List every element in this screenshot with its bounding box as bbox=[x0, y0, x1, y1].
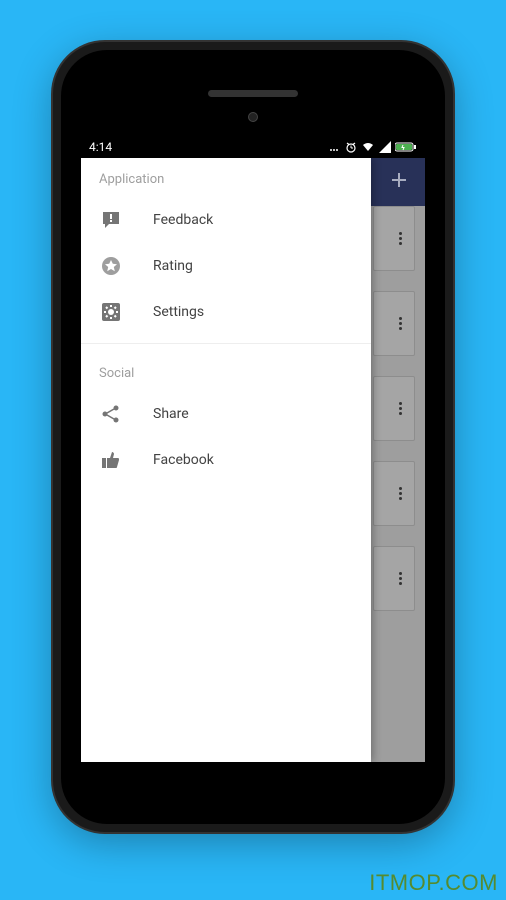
thumbs-up-icon bbox=[99, 448, 123, 472]
phone-frame: 4:14 bbox=[53, 42, 453, 832]
star-icon bbox=[99, 254, 123, 278]
navigation-drawer: Application Feedback Rating bbox=[81, 158, 371, 762]
wifi-icon bbox=[361, 141, 375, 153]
feedback-icon bbox=[99, 208, 123, 232]
drawer-item-feedback[interactable]: Feedback bbox=[81, 197, 371, 243]
share-icon bbox=[99, 402, 123, 426]
status-dots-icon bbox=[329, 142, 341, 152]
drawer-item-label: Feedback bbox=[153, 212, 213, 228]
battery-icon bbox=[395, 141, 417, 153]
phone-inner: 4:14 bbox=[61, 50, 445, 824]
alarm-icon bbox=[345, 141, 357, 153]
watermark: ITMOP.COM bbox=[369, 870, 498, 896]
signal-icon bbox=[379, 141, 391, 153]
settings-icon bbox=[99, 300, 123, 324]
drawer-item-label: Settings bbox=[153, 304, 204, 320]
drawer-item-label: Rating bbox=[153, 258, 193, 274]
phone-camera bbox=[248, 112, 258, 122]
drawer-item-rating[interactable]: Rating bbox=[81, 243, 371, 289]
status-bar: 4:14 bbox=[81, 136, 425, 158]
more-icon[interactable] bbox=[399, 487, 402, 500]
list-item[interactable] bbox=[373, 206, 415, 271]
drawer-item-label: Facebook bbox=[153, 452, 214, 468]
drawer-section-title: Application bbox=[81, 158, 371, 197]
phone-speaker bbox=[208, 90, 298, 97]
list-item[interactable] bbox=[373, 546, 415, 611]
phone-screen: 4:14 bbox=[81, 136, 425, 762]
drawer-item-label: Share bbox=[153, 406, 189, 422]
more-icon[interactable] bbox=[399, 232, 402, 245]
status-time: 4:14 bbox=[89, 140, 112, 154]
card-list bbox=[373, 206, 415, 631]
drawer-item-facebook[interactable]: Facebook bbox=[81, 437, 371, 483]
drawer-divider bbox=[81, 343, 371, 344]
status-icons bbox=[329, 141, 417, 153]
list-item[interactable] bbox=[373, 291, 415, 356]
drawer-section-title: Social bbox=[81, 352, 371, 391]
list-item[interactable] bbox=[373, 461, 415, 526]
more-icon[interactable] bbox=[399, 317, 402, 330]
drawer-item-settings[interactable]: Settings bbox=[81, 289, 371, 335]
drawer-item-share[interactable]: Share bbox=[81, 391, 371, 437]
add-icon[interactable] bbox=[389, 170, 409, 194]
list-item[interactable] bbox=[373, 376, 415, 441]
more-icon[interactable] bbox=[399, 572, 402, 585]
more-icon[interactable] bbox=[399, 402, 402, 415]
